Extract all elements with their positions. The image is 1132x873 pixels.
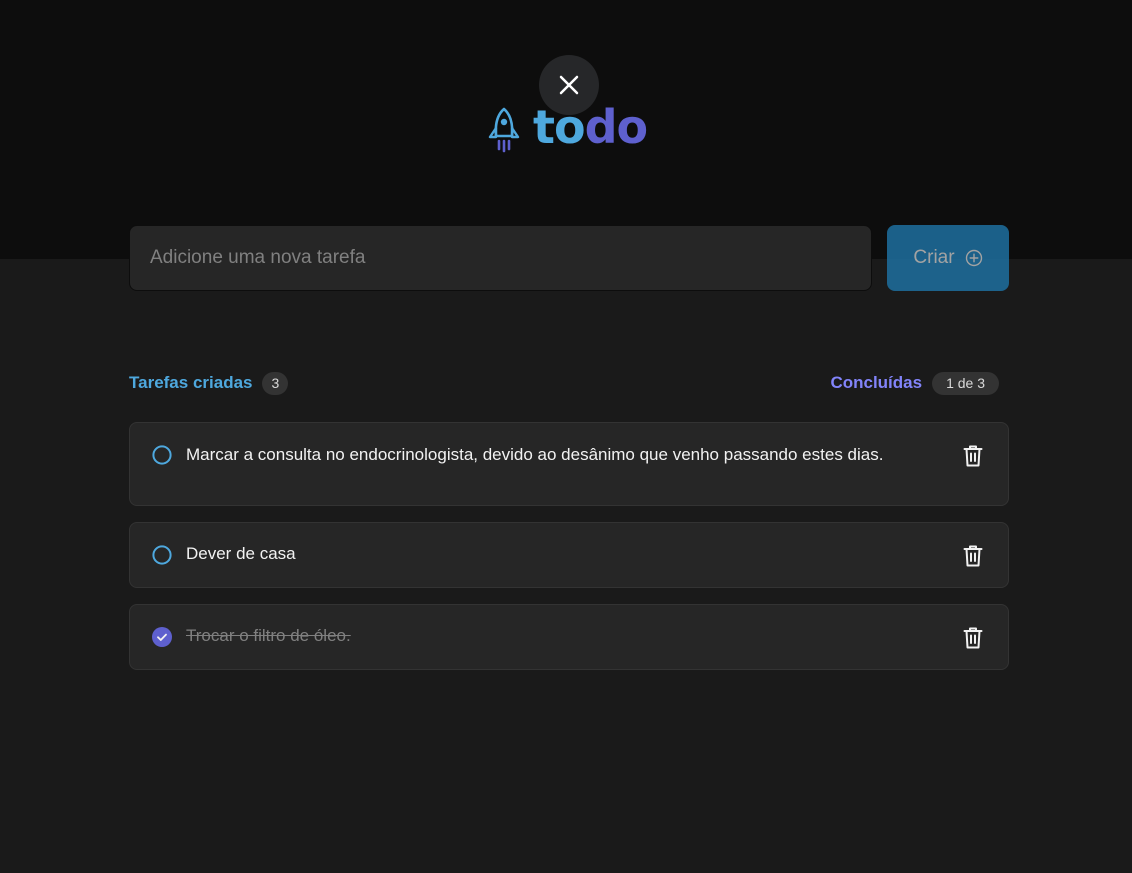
done-counter: Concluídas 1 de 3: [830, 371, 999, 395]
check-circle-icon[interactable]: [152, 627, 172, 647]
done-counter-badge: 1 de 3: [932, 371, 999, 395]
task-item: Trocar o filtro de óleo.: [129, 604, 1009, 670]
task-item: Marcar a consulta no endocrinologista, d…: [129, 422, 1009, 506]
created-counter: Tarefas criadas 3: [129, 371, 289, 395]
task-counters: Tarefas criadas 3 Concluídas 1 de 3: [129, 370, 1009, 396]
new-task-input[interactable]: [129, 225, 872, 291]
circle-icon[interactable]: [152, 545, 172, 565]
delete-task-button[interactable]: [960, 625, 986, 651]
task-item: Dever de casa: [129, 522, 1009, 588]
task-text: Trocar o filtro de óleo.: [186, 626, 351, 645]
trash-icon: [963, 627, 983, 649]
close-icon: [559, 75, 579, 95]
trash-icon: [963, 445, 983, 467]
circle-icon[interactable]: [152, 445, 172, 465]
created-counter-label: Tarefas criadas: [129, 373, 253, 392]
close-button[interactable]: [539, 55, 599, 115]
task-text: Dever de casa: [186, 544, 296, 563]
trash-icon: [963, 545, 983, 567]
task-list: Marcar a consulta no endocrinologista, d…: [129, 422, 1009, 686]
rocket-icon: [488, 107, 520, 153]
logo-text: todo: [533, 104, 648, 150]
plus-circle-icon: [965, 249, 982, 267]
created-counter-badge: 3: [262, 371, 289, 395]
create-button-label: Criar: [913, 247, 955, 268]
delete-task-button[interactable]: [960, 443, 986, 469]
logo-text-do: do: [584, 100, 649, 154]
create-button[interactable]: Criar: [887, 225, 1009, 291]
done-counter-label: Concluídas: [830, 373, 923, 392]
delete-task-button[interactable]: [960, 543, 986, 569]
task-text: Marcar a consulta no endocrinologista, d…: [186, 445, 884, 464]
